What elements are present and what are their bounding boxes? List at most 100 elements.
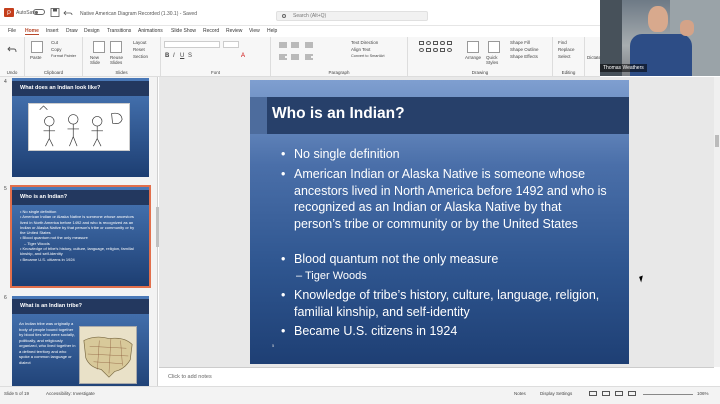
shape-outline-button[interactable]: Shape Outline (510, 47, 539, 52)
quick-styles-icon[interactable] (488, 41, 500, 53)
editor-scrollbar[interactable] (714, 77, 720, 367)
shape-fill-button[interactable]: Shape Fill (510, 40, 530, 45)
bold-icon[interactable]: B (165, 53, 169, 59)
tab-record[interactable]: Record (203, 28, 219, 34)
editing-group: Find Replace Select Editing (553, 37, 585, 77)
slide-title[interactable]: Who is an Indian? (272, 105, 405, 123)
autosave-toggle[interactable] (33, 9, 45, 15)
tab-home[interactable]: Home (25, 28, 39, 35)
cut-button[interactable]: Cut (51, 40, 58, 45)
layout-button[interactable]: Layout (133, 40, 147, 45)
display-settings-button[interactable]: Display Settings (540, 391, 572, 396)
thumb-bullet: • Knowledge of tribe's history, culture,… (20, 246, 134, 257)
thumb-bullet: • Became U.S. citizens in 1924 (20, 256, 75, 262)
font-group: B I U S A Font (161, 37, 271, 77)
tab-animations[interactable]: Animations (138, 28, 163, 34)
scrollbar-thumb[interactable] (715, 135, 719, 147)
zoom-slider[interactable] (643, 394, 693, 395)
slide-sub-bullet[interactable]: – Tiger Woods (296, 270, 367, 282)
thumb-number: 5 (4, 186, 7, 192)
undo-icon[interactable] (63, 8, 73, 17)
reset-button[interactable]: Reset (133, 47, 145, 52)
slide-bullet[interactable]: • No single definition (281, 146, 614, 163)
accessibility-status[interactable]: Accessibility: Investigate (46, 391, 95, 396)
slide-number: 5 (272, 343, 275, 348)
search-input[interactable]: Search (Alt+Q) (276, 11, 428, 21)
slide-bullet[interactable]: • American Indian or Alaska Native is som… (281, 166, 612, 232)
undo-label: Undo (6, 70, 18, 75)
find-button[interactable]: Find (558, 40, 567, 45)
tab-slide-show[interactable]: Slide Show (171, 28, 196, 34)
slide-bullet[interactable]: • Became U.S. citizens in 1924 (281, 323, 614, 340)
presenter-hand (680, 20, 694, 36)
font-label: Font (210, 70, 220, 75)
font-name-box[interactable] (164, 41, 220, 48)
thumb-bullet: • American Indian or Alaska Native is so… (20, 214, 135, 236)
presenter-head (648, 6, 668, 32)
slide-title-bar: Who is an Indian? (250, 97, 629, 134)
normal-view-icon[interactable] (589, 391, 597, 396)
font-size-box[interactable] (223, 41, 239, 48)
tab-transitions[interactable]: Transitions (107, 28, 131, 34)
italic-icon[interactable]: I (173, 53, 175, 59)
svg-text:P: P (7, 11, 11, 17)
new-slide-icon[interactable] (93, 41, 105, 53)
reuse-slides-icon[interactable] (110, 41, 122, 53)
format-painter-button[interactable]: Format Painter (51, 54, 76, 58)
undo-large-icon[interactable] (7, 45, 17, 55)
tab-review[interactable]: Review (226, 28, 242, 34)
slide-sorter-icon[interactable] (602, 391, 610, 396)
tab-file[interactable]: File (8, 28, 16, 34)
slide-thumbnail-6[interactable]: What is an Indian tribe? An Indian tribe… (12, 296, 149, 395)
powerpoint-logo-icon: P (4, 8, 14, 17)
map-image (79, 326, 137, 384)
search-placeholder: Search (Alt+Q) (293, 13, 327, 19)
text-direction-button[interactable]: Text Direction (351, 40, 378, 45)
notes-button[interactable]: Notes (514, 391, 526, 396)
tab-draw[interactable]: Draw (66, 28, 78, 34)
replace-button[interactable]: Replace (558, 47, 575, 52)
shapes-gallery[interactable] (419, 41, 463, 59)
slideshow-icon[interactable] (628, 391, 636, 396)
drawing-group: Arrange Quick Styles Shape Fill Shape Ou… (408, 37, 553, 77)
slide-bullet[interactable]: • Blood quantum not the only measure (281, 251, 614, 268)
copy-button[interactable]: Copy (51, 47, 62, 52)
undo-group: Undo (0, 37, 25, 77)
arrange-button[interactable]: Arrange (465, 55, 481, 60)
align-text-button[interactable]: Align Text (351, 47, 370, 52)
strikethrough-icon[interactable]: S (188, 53, 192, 59)
tab-design[interactable]: Design (84, 28, 100, 34)
paste-icon[interactable] (31, 41, 43, 53)
tab-help[interactable]: Help (267, 28, 277, 34)
thumb-number: 6 (4, 295, 7, 301)
paragraph-group: Text Direction Align Text Convert to Sma… (271, 37, 408, 77)
notes-placeholder: Click to add notes (168, 374, 212, 380)
slide-thumbnail-4[interactable]: What does an Indian look like? (12, 78, 149, 177)
underline-icon[interactable]: U (180, 53, 184, 59)
thumb-number: 4 (4, 79, 7, 85)
shape-effects-button[interactable]: Shape Effects (510, 54, 538, 59)
save-icon[interactable] (50, 8, 60, 17)
current-slide[interactable]: Who is an Indian? • No single definition … (250, 80, 629, 364)
paste-button[interactable]: Paste (30, 55, 42, 60)
select-button[interactable]: Select (558, 54, 571, 59)
reuse-slides-button[interactable]: Reuse Slides (110, 55, 126, 65)
paragraph-tools-icon[interactable] (277, 41, 337, 63)
tab-insert[interactable]: Insert (46, 28, 59, 34)
reading-view-icon[interactable] (615, 391, 623, 396)
convert-smartart-button[interactable]: Convert to SmartArt (351, 54, 385, 58)
slide-thumbnail-pane[interactable]: 4 What does an Indian look like? 5 Who i… (0, 77, 159, 395)
cartoon-image (28, 103, 130, 151)
dictate-button[interactable]: Dictate (587, 55, 601, 60)
section-button[interactable]: Section (133, 54, 148, 59)
new-slide-button[interactable]: New Slide (90, 55, 110, 65)
slide-bullet[interactable]: • Knowledge of tribe’s history, culture, … (281, 287, 614, 320)
zoom-level[interactable]: 106% (697, 391, 709, 396)
quick-styles-button[interactable]: Quick Styles (486, 55, 506, 65)
arrange-icon[interactable] (467, 41, 479, 53)
font-color-icon[interactable]: A (241, 53, 245, 59)
tab-view[interactable]: View (249, 28, 260, 34)
slide-thumbnail-5[interactable]: Who is an Indian? • No single definition… (10, 185, 151, 288)
clipboard-label: Clipboard (43, 70, 64, 75)
notes-pane[interactable]: Click to add notes (159, 367, 714, 386)
